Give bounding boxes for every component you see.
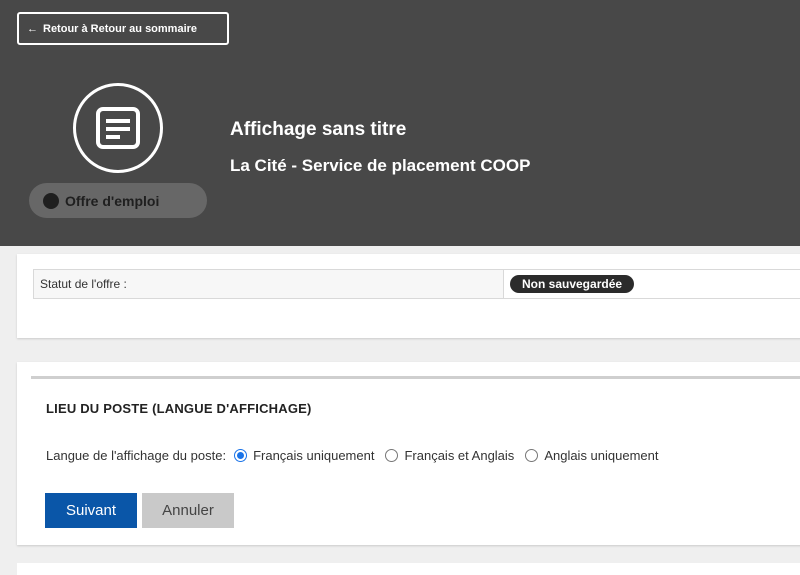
radio-button-selected[interactable]: [234, 449, 248, 462]
section-divider: [31, 376, 800, 379]
radio-option-french-only[interactable]: Français uniquement: [234, 448, 374, 463]
status-row: Statut de l'offre : Non sauvegardée: [33, 269, 800, 299]
status-badge: Non sauvegardée: [510, 275, 635, 293]
radio-option-french-english[interactable]: Français et Anglais: [385, 448, 514, 463]
arrow-left-icon: ←: [27, 22, 38, 35]
language-label: Langue de l'affichage du poste:: [46, 448, 227, 463]
radio-label: Français uniquement: [253, 448, 375, 463]
page-header: ← Retour à Retour au sommaire Affichage …: [0, 0, 800, 246]
document-icon: [73, 83, 163, 173]
radio-label: Anglais uniquement: [544, 448, 659, 463]
status-value-cell: Non sauvegardée: [504, 270, 800, 298]
radio-label: Français et Anglais: [404, 448, 515, 463]
back-to-summary-button[interactable]: ← Retour à Retour au sommaire: [17, 12, 229, 45]
posting-type-badge: Offre d'emploi: [29, 183, 207, 218]
next-button[interactable]: Suivant: [45, 493, 137, 528]
status-label: Statut de l'offre :: [34, 270, 504, 298]
radio-button[interactable]: [525, 449, 539, 462]
next-card-edge: [17, 563, 800, 575]
radio-button[interactable]: [385, 449, 399, 462]
radio-option-english-only[interactable]: Anglais uniquement: [525, 448, 659, 463]
back-button-label: Retour à Retour au sommaire: [43, 22, 198, 35]
section-title: LIEU DU POSTE (LANGUE D'AFFICHAGE): [46, 401, 312, 416]
cancel-button[interactable]: Annuler: [142, 493, 234, 528]
organization-name: La Cité - Service de placement COOP: [230, 156, 531, 175]
page-title: Affichage sans titre: [230, 119, 407, 140]
language-selector: Langue de l'affichage du poste: Français…: [46, 448, 670, 463]
posting-type-label: Offre d'emploi: [65, 192, 160, 209]
status-dot-icon: [43, 192, 59, 209]
location-section: LIEU DU POSTE (LANGUE D'AFFICHAGE) Langu…: [17, 362, 800, 545]
